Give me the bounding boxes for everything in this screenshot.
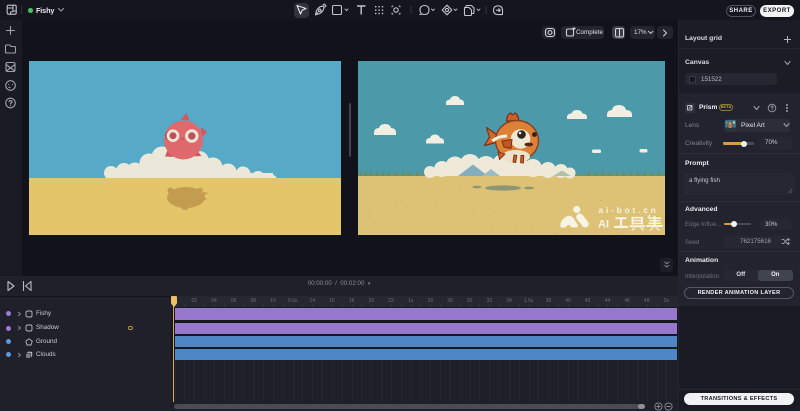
svg-text:AI: AI xyxy=(598,219,609,231)
svg-text:ai-bot.cn: ai-bot.cn xyxy=(599,206,659,215)
